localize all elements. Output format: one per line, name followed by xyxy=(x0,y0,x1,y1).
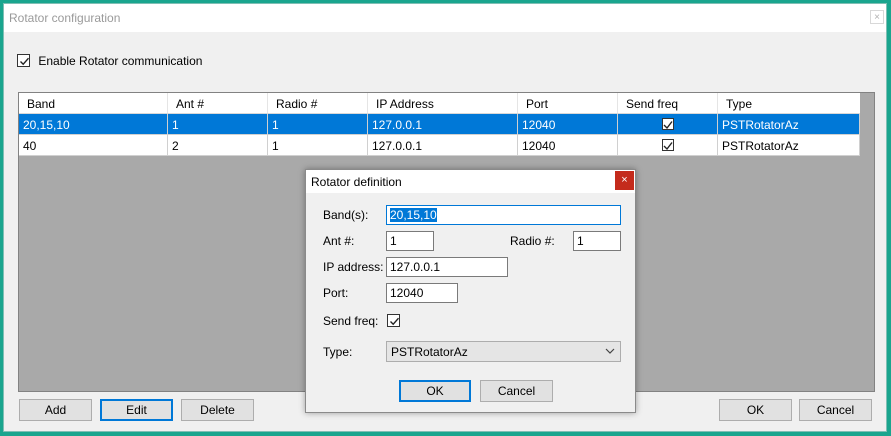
type-select[interactable]: PSTRotatorAz xyxy=(386,341,621,362)
check-icon xyxy=(390,317,400,326)
cell-send-freq[interactable] xyxy=(618,135,718,156)
title-bar: Rotator configuration × xyxy=(4,4,886,32)
table-row[interactable]: 40 2 1 127.0.0.1 12040 PSTRotatorAz xyxy=(19,135,860,156)
window-title: Rotator configuration xyxy=(9,11,121,25)
cell-ip: 127.0.0.1 xyxy=(368,114,518,135)
bands-input[interactable]: 20,15,10 xyxy=(386,205,621,225)
send-freq-checkbox[interactable] xyxy=(662,118,674,130)
column-header-port[interactable]: Port xyxy=(518,93,618,113)
table-row[interactable]: 20,15,10 1 1 127.0.0.1 12040 PSTRotatorA… xyxy=(19,114,860,135)
column-header-type[interactable]: Type xyxy=(718,93,860,113)
cell-radio: 1 xyxy=(268,114,368,135)
cell-band: 40 xyxy=(19,135,168,156)
cell-band: 20,15,10 xyxy=(19,114,168,135)
dialog-ok-button[interactable]: OK xyxy=(399,380,471,402)
cell-port: 12040 xyxy=(518,135,618,156)
delete-button[interactable]: Delete xyxy=(181,399,254,421)
add-button[interactable]: Add xyxy=(19,399,92,421)
ant-label: Ant #: xyxy=(323,234,355,248)
bands-label: Band(s): xyxy=(323,208,369,222)
bands-value: 20,15,10 xyxy=(390,208,437,222)
port-input[interactable]: 12040 xyxy=(386,283,458,303)
column-header-radio[interactable]: Radio # xyxy=(268,93,368,113)
cell-type: PSTRotatorAz xyxy=(718,135,860,156)
dialog-title-bar: Rotator definition × xyxy=(306,170,635,193)
chevron-down-icon xyxy=(605,348,615,354)
close-icon[interactable]: × xyxy=(870,10,884,24)
dialog-title: Rotator definition xyxy=(311,175,402,189)
check-icon xyxy=(20,58,30,66)
ok-button[interactable]: OK xyxy=(719,399,792,421)
enable-rotator-checkbox[interactable] xyxy=(17,54,30,68)
radio-input[interactable]: 1 xyxy=(573,231,621,251)
cell-radio: 1 xyxy=(268,135,368,156)
send-freq-checkbox[interactable] xyxy=(662,139,674,151)
type-label: Type: xyxy=(323,345,353,359)
cell-port: 12040 xyxy=(518,114,618,135)
enable-rotator-label: Enable Rotator communication xyxy=(38,53,203,68)
column-header-band[interactable]: Band xyxy=(19,93,168,113)
check-icon xyxy=(663,121,673,130)
type-select-value: PSTRotatorAz xyxy=(391,345,468,359)
column-header-ant[interactable]: Ant # xyxy=(168,93,268,113)
ip-label: IP address: xyxy=(323,260,384,274)
edit-button[interactable]: Edit xyxy=(100,399,173,421)
cell-send-freq[interactable] xyxy=(618,114,718,135)
send-freq-checkbox[interactable] xyxy=(387,314,400,327)
column-header-ip[interactable]: IP Address xyxy=(368,93,518,113)
port-label: Port: xyxy=(323,286,349,300)
cell-type: PSTRotatorAz xyxy=(718,114,860,135)
cell-ant: 2 xyxy=(168,135,268,156)
ip-input[interactable]: 127.0.0.1 xyxy=(386,257,508,277)
dialog-close-icon[interactable]: × xyxy=(615,171,634,190)
rotator-definition-dialog: Rotator definition × Band(s): 20,15,10 A… xyxy=(305,169,636,413)
cancel-button[interactable]: Cancel xyxy=(799,399,872,421)
cell-ip: 127.0.0.1 xyxy=(368,135,518,156)
cell-ant: 1 xyxy=(168,114,268,135)
radio-label: Radio #: xyxy=(510,234,555,248)
dialog-cancel-button[interactable]: Cancel xyxy=(480,380,553,402)
ant-input[interactable]: 1 xyxy=(386,231,434,251)
send-freq-label: Send freq: xyxy=(323,314,379,328)
enable-rotator-row[interactable]: Enable Rotator communication xyxy=(17,53,202,69)
table-header: Band Ant # Radio # IP Address Port Send … xyxy=(19,93,860,114)
column-header-send-freq[interactable]: Send freq xyxy=(618,93,718,113)
check-icon xyxy=(663,142,673,151)
